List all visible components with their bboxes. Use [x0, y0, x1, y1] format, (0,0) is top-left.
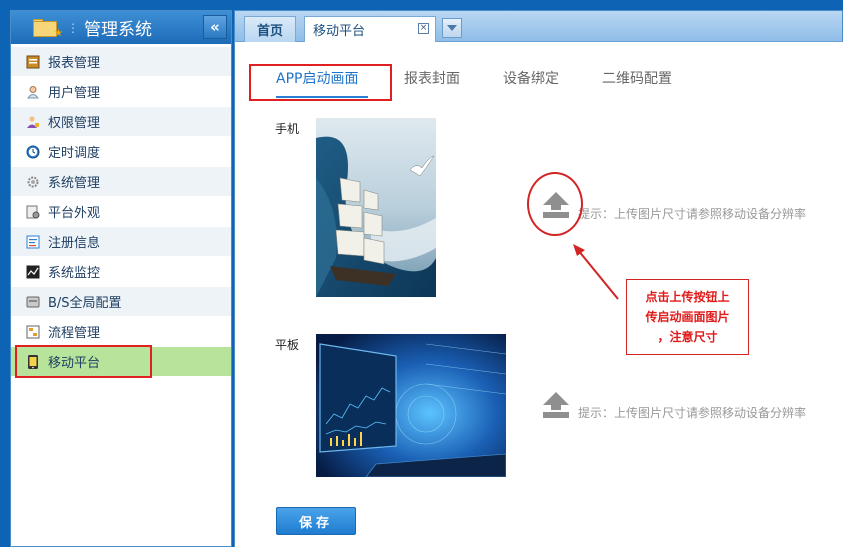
sidebar-item-monitor[interactable]: 系统监控: [11, 257, 231, 287]
clock-icon: [25, 144, 41, 160]
annotation-callout: 点击上传按钮上 传启动画面图片 ，注意尺寸: [626, 279, 749, 355]
sidebar-menu: 报表管理用户管理权限管理定时调度系统管理平台外观注册信息系统监控 B/S全局配置流…: [11, 44, 231, 377]
sidebar-item-appearance[interactable]: 平台外观: [11, 197, 231, 227]
save-button[interactable]: 保存: [276, 507, 356, 535]
sidebar-item-label: 系统监控: [48, 266, 101, 281]
callout-line-3: ，注意尺寸: [657, 330, 718, 344]
config-icon: [25, 294, 41, 310]
callout-line-1: 点击上传按钮上: [645, 290, 730, 304]
sidebar: ★ ⋮ 管理系统 « 报表管理用户管理权限管理定时调度系统管理平台外观注册信息系…: [10, 10, 232, 547]
sidebar-item-permission[interactable]: 权限管理: [11, 107, 231, 137]
sidebar-header: ★ ⋮ 管理系统 «: [11, 11, 231, 44]
report-icon: [25, 54, 41, 70]
sidebar-item-label: 定时调度: [48, 146, 101, 161]
sidebar-item-label: 权限管理: [48, 116, 101, 131]
tablet-splash-image: [316, 334, 506, 477]
main-panel: 首页 移动平台 × APP启动画面 报表封面 设备绑定 二维码配置 手机 提示：…: [234, 10, 843, 547]
tab-label: 移动平台: [313, 24, 366, 39]
sidebar-item-label: 报表管理: [48, 56, 101, 71]
sidebar-item-flow[interactable]: 流程管理: [11, 317, 231, 347]
tablet-label: 平板: [275, 338, 300, 352]
sidebar-item-label: 用户管理: [48, 86, 101, 101]
content-area: APP启动画面 报表封面 设备绑定 二维码配置 手机 提示：上传图片尺寸请参照移…: [234, 42, 843, 547]
close-icon[interactable]: ×: [418, 23, 429, 34]
callout-line-2: 传启动画面图片: [645, 310, 730, 324]
sidebar-item-user[interactable]: 用户管理: [11, 77, 231, 107]
tab-dropdown-button[interactable]: [442, 18, 462, 38]
chevron-down-icon: [447, 25, 457, 31]
collapse-button[interactable]: «: [203, 15, 227, 39]
tab-bar: 首页 移动平台 ×: [234, 10, 843, 42]
sidebar-item-config[interactable]: B/S全局配置: [11, 287, 231, 317]
appearance-icon: [25, 204, 41, 220]
sidebar-item-clock[interactable]: 定时调度: [11, 137, 231, 167]
gear-icon: [25, 174, 41, 190]
sidebar-item-label: B/S全局配置: [48, 296, 122, 311]
sidebar-item-label: 平台外观: [48, 206, 101, 221]
tab-home[interactable]: 首页: [244, 16, 296, 42]
permission-icon: [25, 114, 41, 130]
sidebar-item-gear[interactable]: 系统管理: [11, 167, 231, 197]
folder-icon: ★: [33, 18, 63, 39]
tablet-upload-button[interactable]: [541, 390, 571, 420]
sidebar-item-label: 注册信息: [48, 236, 101, 251]
sidebar-item-label: 系统管理: [48, 176, 101, 191]
mobile-icon: [25, 354, 41, 370]
sidebar-item-register[interactable]: 注册信息: [11, 227, 231, 257]
sidebar-item-report[interactable]: 报表管理: [11, 47, 231, 77]
drag-handle-icon: ⋮: [67, 20, 79, 35]
tablet-hint: 提示：上传图片尺寸请参照移动设备分辨率: [578, 406, 807, 420]
monitor-icon: [25, 264, 41, 280]
sidebar-item-label: 流程管理: [48, 326, 101, 341]
user-icon: [25, 84, 41, 100]
upload-icon: [543, 392, 569, 418]
tab-mobile-platform[interactable]: 移动平台 ×: [304, 16, 436, 42]
sidebar-item-label: 移动平台: [48, 356, 101, 371]
flow-icon: [25, 324, 41, 340]
sidebar-title: 管理系统: [84, 20, 152, 40]
register-icon: [25, 234, 41, 250]
sidebar-item-mobile[interactable]: 移动平台: [11, 347, 231, 377]
